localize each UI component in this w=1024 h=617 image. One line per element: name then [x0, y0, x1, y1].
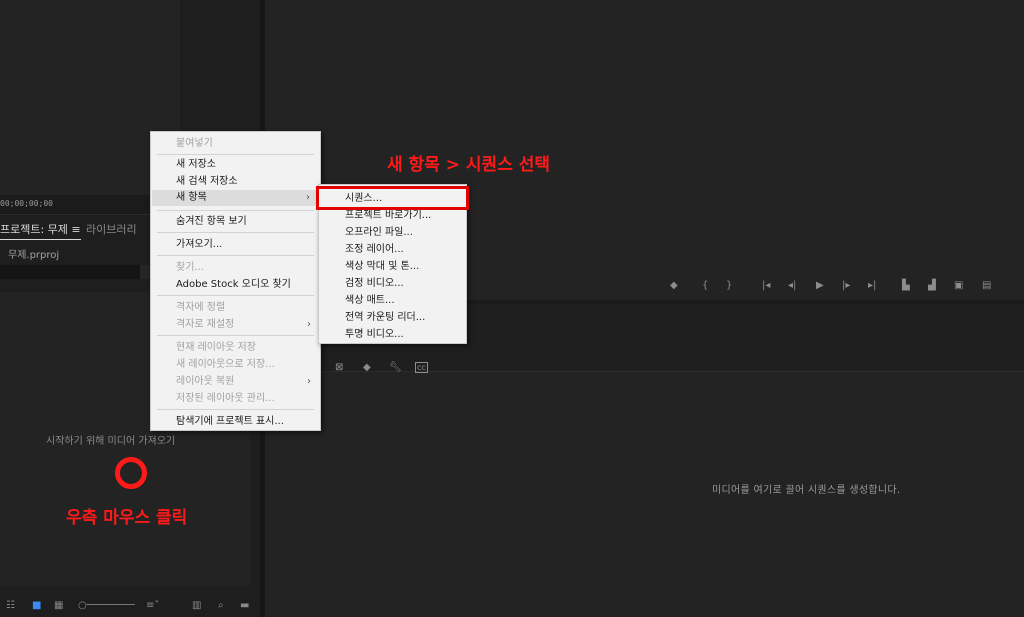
menu-item-save-layout-as[interactable]: 새 레이아웃으로 저장... — [176, 359, 275, 371]
go-to-in-icon[interactable]: |◂ — [762, 280, 770, 291]
timeline-drop-hint: 미디어를 여기로 끌어 시퀀스를 생성합니다. — [712, 485, 901, 496]
mark-in-icon[interactable]: { — [702, 280, 708, 291]
search-input[interactable] — [0, 265, 140, 279]
menu-separator — [157, 335, 314, 336]
menu-item-new-search-bin[interactable]: 새 검색 저장소 — [176, 176, 238, 188]
tab-project[interactable]: 프로젝트: 무제 ≡ — [0, 221, 81, 240]
submenu-item-countdown-leader[interactable]: 전역 카운팅 리더... — [345, 312, 425, 324]
submenu-item-bars-and-tone[interactable]: 색상 막대 및 톤... — [345, 261, 419, 273]
find-icon[interactable]: ⌕ — [218, 600, 224, 611]
menu-separator — [157, 295, 314, 296]
menu-separator — [157, 232, 314, 233]
menu-item-reveal-explorer[interactable]: 탐색기에 프로젝트 표시... — [176, 416, 284, 428]
sequence-highlight-box — [316, 186, 469, 210]
sort-icon[interactable]: ≡˅ — [146, 600, 159, 611]
menu-item-paste[interactable]: 붙여넣기 — [176, 138, 213, 150]
timeline-marker-icon[interactable]: ◆ — [363, 362, 371, 373]
menu-item-find[interactable]: 찾기... — [176, 262, 204, 274]
captions-icon[interactable]: cc — [415, 362, 428, 373]
menu-item-new-item[interactable]: 새 항목 › — [152, 190, 319, 206]
submenu-item-adjustment-layer[interactable]: 조정 레이어... — [345, 244, 404, 256]
menu-item-import[interactable]: 가져오기... — [176, 239, 222, 251]
submenu-item-offline-file[interactable]: 오프라인 파일... — [345, 227, 413, 239]
menu-item-adobe-stock[interactable]: Adobe Stock 오디오 찾기 — [176, 279, 291, 291]
menu-item-save-layout[interactable]: 현재 레이아웃 저장 — [176, 342, 256, 354]
tab-library[interactable]: 라이브러리 — [86, 221, 137, 237]
source-timecode: 00;00;00;00 — [0, 199, 53, 208]
menu-item-new-item-label: 새 항목 — [176, 192, 207, 203]
submenu-item-project-shortcut[interactable]: 프로젝트 바로가기... — [345, 210, 431, 222]
lift-icon[interactable]: ▣ — [954, 280, 963, 291]
submenu-item-transparent-video[interactable]: 투명 비디오... — [345, 329, 404, 341]
menu-item-restore-layout[interactable]: 레이아웃 복원 — [176, 376, 234, 388]
go-to-out-icon[interactable]: ▸| — [868, 280, 876, 291]
menu-item-align-grid[interactable]: 격자에 정렬 — [176, 302, 225, 314]
automate-icon[interactable]: ▥ — [192, 600, 201, 611]
freeform-view-icon[interactable]: ▦ — [54, 600, 63, 611]
submenu-item-color-matte[interactable]: 색상 매트... — [345, 295, 395, 307]
icon-view-icon[interactable]: ■ — [32, 600, 41, 611]
new-bin-icon[interactable]: ▬ — [240, 600, 249, 611]
zoom-slider[interactable]: ○──────── — [78, 600, 135, 611]
right-click-annotation: 우측 마우스 클릭 — [66, 508, 188, 528]
transport-controls: ◆ { } |◂ ◂| ▶ |▸ ▸| ▙ ▟ ▣ ▤ — [670, 280, 1020, 294]
play-icon[interactable]: ▶ — [816, 280, 824, 291]
menu-separator — [157, 154, 314, 155]
insert-icon[interactable]: ▙ — [902, 280, 910, 291]
menu-item-show-hidden[interactable]: 숨겨진 항목 보기 — [176, 216, 247, 228]
right-click-marker — [115, 457, 147, 489]
menu-separator — [157, 210, 314, 211]
wrench-icon[interactable]: 🔧︎ — [389, 362, 402, 373]
snap-icon[interactable]: ⊠ — [335, 362, 343, 373]
step-forward-icon[interactable]: |▸ — [842, 280, 850, 291]
submenu-item-black-video[interactable]: 검정 비디오... — [345, 278, 404, 290]
menu-item-manage-layouts[interactable]: 저장된 레이아웃 관리... — [176, 393, 275, 405]
menu-separator — [157, 255, 314, 256]
chevron-right-icon: › — [307, 376, 311, 387]
overwrite-icon[interactable]: ▟ — [928, 280, 936, 291]
project-file-name: 무제.prproj — [8, 250, 60, 261]
menu-item-new-bin[interactable]: 새 저장소 — [176, 159, 216, 171]
menu-separator — [157, 409, 314, 410]
import-hint: 시작하기 위해 미디어 가져오기 — [46, 436, 176, 447]
select-sequence-annotation: 새 항목 > 시퀀스 선택 — [387, 155, 551, 175]
menu-item-reset-grid[interactable]: 격자로 재설정 — [176, 319, 234, 331]
chevron-right-icon: › — [306, 192, 310, 203]
list-view-icon[interactable]: ☷ — [6, 600, 15, 611]
marker-icon[interactable]: ◆ — [670, 280, 678, 291]
step-back-icon[interactable]: ◂| — [788, 280, 796, 291]
export-frame-icon[interactable]: ▤ — [982, 280, 991, 291]
mark-out-icon[interactable]: } — [726, 280, 732, 291]
context-menu: 붙여넣기 새 저장소 새 검색 저장소 새 항목 › 숨겨진 항목 보기 가져오… — [150, 131, 321, 431]
chevron-right-icon: › — [307, 319, 311, 330]
